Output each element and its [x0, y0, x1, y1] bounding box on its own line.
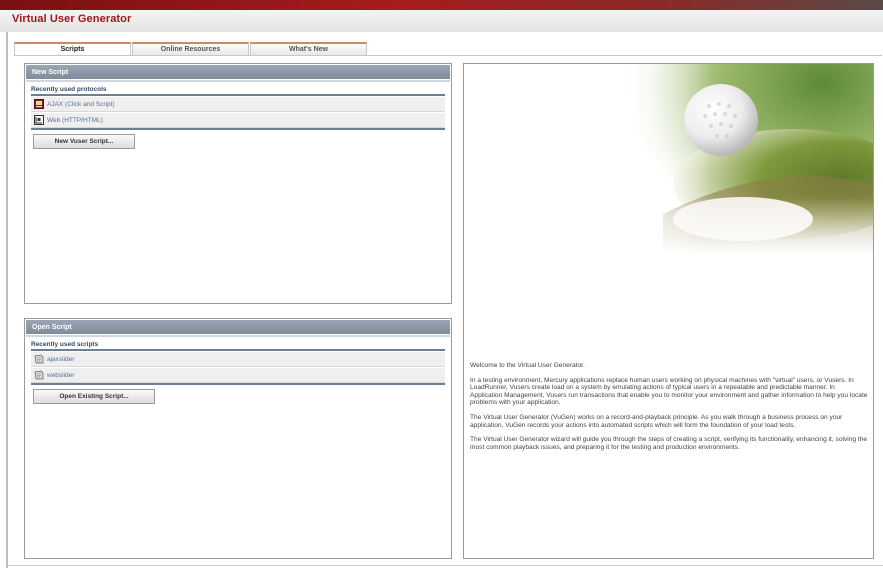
new-script-header: New Script — [26, 65, 450, 79]
recent-protocol-item-web[interactable]: Web (HTTP/HTML) — [31, 113, 445, 128]
left-divider — [6, 32, 8, 568]
welcome-heading: Welcome to the Virtual User Generator. — [470, 362, 585, 369]
script-file-icon — [34, 370, 44, 380]
recent-script-item-webslider[interactable]: webslider — [31, 368, 445, 383]
header-rule — [26, 80, 450, 82]
ajax-protocol-icon — [34, 99, 44, 109]
bottom-divider — [8, 565, 883, 566]
list-end-rule — [31, 128, 445, 130]
welcome-panel: Welcome to the Virtual User Generator. I… — [463, 63, 874, 559]
recent-scripts-label: Recently used scripts — [31, 341, 445, 351]
welcome-text: Welcome to the Virtual User Generator. I… — [470, 362, 868, 458]
tab-bar: Scripts Online Resources What's New — [14, 42, 368, 55]
welcome-paragraph: In a testing environment, Mercury applic… — [470, 376, 868, 407]
new-vuser-script-button[interactable]: New Vuser Script... — [33, 134, 135, 149]
tab-online-resources[interactable]: Online Resources — [132, 42, 249, 55]
recent-script-item-ajaxslider[interactable]: ajaxslider — [31, 352, 445, 367]
recent-script-label: webslider — [47, 371, 75, 379]
app-title: Virtual User Generator — [12, 13, 132, 25]
header-bar — [0, 10, 883, 32]
script-file-icon — [34, 354, 44, 364]
top-brand-strip — [0, 0, 883, 10]
tab-underline — [14, 55, 882, 56]
recent-script-label: ajaxslider — [47, 355, 75, 363]
open-script-panel: Open Script Recently used scripts ajaxsl… — [24, 318, 452, 559]
tab-whats-new[interactable]: What's New — [250, 42, 367, 55]
recent-protocols-label: Recently used protocols — [31, 86, 445, 96]
web-protocol-icon — [34, 115, 44, 125]
open-existing-script-button[interactable]: Open Existing Script... — [33, 389, 155, 404]
welcome-paragraph: The Virtual User Generator wizard will g… — [470, 436, 868, 451]
open-script-header: Open Script — [26, 320, 450, 334]
recent-protocol-label: Web (HTTP/HTML) — [47, 116, 103, 124]
recent-protocol-item-ajax[interactable]: AJAX (Click and Script) — [31, 97, 445, 112]
tab-scripts[interactable]: Scripts — [14, 42, 131, 55]
golf-ball-image — [623, 64, 873, 254]
new-script-panel: New Script Recently used protocols AJAX … — [24, 63, 452, 304]
welcome-paragraph: The Virtual User Generator (VuGen) works… — [470, 413, 843, 429]
list-end-rule — [31, 383, 445, 385]
header-rule — [26, 335, 450, 337]
recent-protocol-label: AJAX (Click and Script) — [47, 100, 115, 108]
